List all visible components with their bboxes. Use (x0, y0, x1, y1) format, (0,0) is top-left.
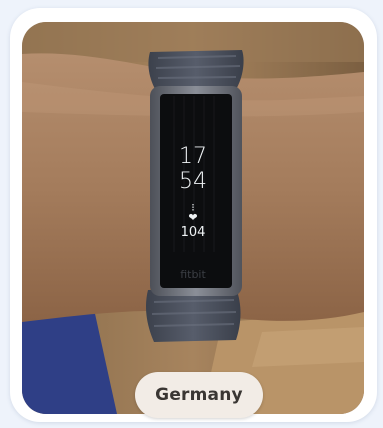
country-badge: Germany (135, 372, 263, 418)
heart-rate-value: 104 (180, 225, 206, 240)
time-hour: 17 (179, 144, 207, 169)
device-brand-logo: fitbit (180, 268, 206, 281)
time-minute: 54 (179, 169, 207, 194)
heart-icon: ❤ (188, 211, 198, 224)
